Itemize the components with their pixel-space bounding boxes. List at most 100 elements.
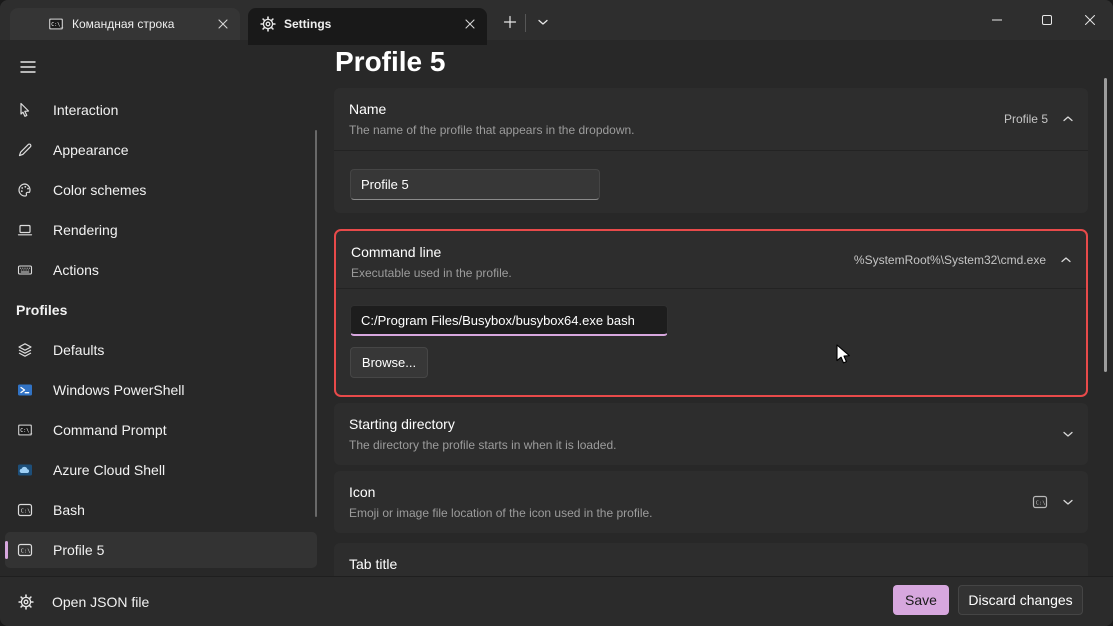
profile-name-input[interactable] bbox=[350, 169, 600, 200]
chevron-up-icon bbox=[1062, 115, 1074, 123]
svg-text:C:\_: C:\_ bbox=[51, 22, 64, 28]
sidebar-item-rendering[interactable]: Rendering bbox=[5, 212, 317, 248]
sidebar-item-command-prompt[interactable]: C:\_ Command Prompt bbox=[5, 412, 317, 448]
setting-description: The directory the profile starts in when… bbox=[349, 438, 616, 452]
gear-icon bbox=[18, 594, 34, 610]
setting-current-value: %SystemRoot%\System32\cmd.exe bbox=[854, 253, 1046, 267]
svg-text:C:\_: C:\_ bbox=[20, 428, 33, 434]
setting-label: Starting directory bbox=[349, 416, 455, 432]
svg-text:C:\: C:\ bbox=[21, 509, 31, 515]
sidebar-item-label: Command Prompt bbox=[53, 422, 167, 438]
selection-indicator bbox=[5, 541, 8, 559]
command-line-expander-header[interactable]: Command line Executable used in the prof… bbox=[336, 231, 1086, 288]
gear-icon bbox=[260, 16, 276, 32]
powershell-icon bbox=[17, 382, 33, 398]
close-button[interactable] bbox=[1068, 0, 1112, 40]
svg-text:C:\: C:\ bbox=[21, 549, 31, 555]
color-schemes-icon bbox=[17, 182, 33, 198]
sidebar-item-label: Color schemes bbox=[53, 182, 146, 198]
name-expander-header[interactable]: Name The name of the profile that appear… bbox=[334, 88, 1088, 150]
nav-menu-toggle-button[interactable] bbox=[10, 52, 46, 82]
sidebar-item-bash[interactable]: C:\ Bash bbox=[5, 492, 317, 528]
sidebar-item-label: Azure Cloud Shell bbox=[53, 462, 165, 478]
chevron-up-icon bbox=[1060, 256, 1072, 264]
tab-command-prompt[interactable]: C:\_ Командная строка bbox=[10, 8, 240, 40]
minimize-button[interactable] bbox=[975, 0, 1019, 40]
setting-card-tab-title: Tab title bbox=[334, 543, 1088, 576]
card-divider bbox=[336, 288, 1086, 289]
tabbar-separator bbox=[525, 14, 526, 32]
app-window: C:\_ Командная строка Settings bbox=[0, 0, 1113, 626]
tab-title-expander-header[interactable]: Tab title bbox=[334, 543, 1088, 576]
sidebar-item-label: Interaction bbox=[53, 102, 118, 118]
save-button[interactable]: Save bbox=[893, 585, 949, 615]
sidebar-item-azure-cloud-shell[interactable]: Azure Cloud Shell bbox=[5, 452, 317, 488]
sidebar-item-actions[interactable]: Actions bbox=[5, 252, 317, 288]
minimize-icon bbox=[991, 14, 1003, 26]
actions-icon bbox=[17, 262, 33, 278]
sidebar: Interaction Appearance Color schemes Ren… bbox=[0, 40, 330, 576]
defaults-icon bbox=[17, 342, 33, 358]
svg-text:C:\: C:\ bbox=[1036, 501, 1046, 507]
setting-card-command-line: Command line Executable used in the prof… bbox=[334, 229, 1088, 397]
icon-expander-header[interactable]: Icon Emoji or image file location of the… bbox=[334, 471, 1088, 533]
new-tab-button[interactable] bbox=[495, 9, 525, 35]
close-tab-icon[interactable] bbox=[212, 13, 234, 35]
footer-bar: Open JSON file Save Discard changes bbox=[0, 576, 1113, 626]
sidebar-item-color-schemes[interactable]: Color schemes bbox=[5, 172, 317, 208]
sidebar-item-appearance[interactable]: Appearance bbox=[5, 132, 317, 168]
chevron-down-icon bbox=[537, 18, 549, 26]
setting-current-value: Profile 5 bbox=[1004, 112, 1048, 126]
titlebar[interactable]: C:\_ Командная строка Settings bbox=[0, 0, 1113, 40]
setting-description: Executable used in the profile. bbox=[351, 266, 512, 280]
open-json-file-label: Open JSON file bbox=[52, 594, 149, 610]
sidebar-item-label: Appearance bbox=[53, 142, 129, 158]
sidebar-item-label: Profile 5 bbox=[53, 542, 104, 558]
appearance-icon bbox=[17, 142, 33, 158]
close-icon bbox=[1084, 14, 1096, 26]
close-tab-icon[interactable] bbox=[459, 13, 481, 35]
azure-cloud-icon bbox=[17, 462, 33, 478]
terminal-outline-icon: C:\ bbox=[17, 502, 33, 518]
chevron-down-icon bbox=[1062, 430, 1074, 438]
browse-button[interactable]: Browse... bbox=[350, 347, 428, 378]
open-json-file-button[interactable]: Open JSON file bbox=[10, 586, 157, 618]
hamburger-icon bbox=[20, 60, 36, 74]
setting-label: Tab title bbox=[349, 556, 397, 572]
main-content: Profile 5 Name The name of the profile t… bbox=[330, 40, 1113, 576]
setting-card-icon: Icon Emoji or image file location of the… bbox=[334, 471, 1088, 533]
tab-label: Командная строка bbox=[72, 17, 212, 31]
tab-dropdown-button[interactable] bbox=[528, 9, 558, 35]
cmd-icon: C:\_ bbox=[48, 16, 64, 32]
setting-label: Icon bbox=[349, 484, 375, 500]
main-scrollbar[interactable] bbox=[1104, 78, 1107, 372]
sidebar-item-label: Windows PowerShell bbox=[53, 382, 185, 398]
sidebar-item-label: Rendering bbox=[53, 222, 118, 238]
sidebar-item-profile-5[interactable]: C:\ Profile 5 bbox=[5, 532, 317, 568]
maximize-button[interactable] bbox=[1025, 0, 1069, 40]
rendering-icon bbox=[17, 222, 33, 238]
terminal-outline-icon: C:\ bbox=[17, 542, 33, 558]
profile-icon-preview: C:\ bbox=[1032, 494, 1048, 510]
sidebar-scrollbar[interactable] bbox=[315, 130, 317, 517]
sidebar-item-label: Bash bbox=[53, 502, 85, 518]
sidebar-item-label: Actions bbox=[53, 262, 99, 278]
discard-changes-button[interactable]: Discard changes bbox=[958, 585, 1083, 615]
starting-directory-expander-header[interactable]: Starting directory The directory the pro… bbox=[334, 403, 1088, 465]
setting-label: Name bbox=[349, 101, 386, 117]
setting-card-starting-directory: Starting directory The directory the pro… bbox=[334, 403, 1088, 465]
sidebar-item-interaction[interactable]: Interaction bbox=[5, 92, 317, 128]
profiles-section-header: Profiles bbox=[16, 302, 216, 318]
sidebar-item-windows-powershell[interactable]: Windows PowerShell bbox=[5, 372, 317, 408]
sidebar-item-label: Defaults bbox=[53, 342, 104, 358]
plus-icon bbox=[503, 15, 517, 29]
command-line-input[interactable] bbox=[350, 305, 668, 336]
setting-description: Emoji or image file location of the icon… bbox=[349, 506, 653, 520]
tab-settings[interactable]: Settings bbox=[248, 8, 487, 40]
setting-label: Command line bbox=[351, 244, 441, 260]
sidebar-item-defaults[interactable]: Defaults bbox=[5, 332, 317, 368]
maximize-icon bbox=[1041, 14, 1053, 26]
page-title: Profile 5 bbox=[335, 46, 445, 78]
chevron-down-icon bbox=[1062, 498, 1074, 506]
setting-card-name: Name The name of the profile that appear… bbox=[334, 88, 1088, 213]
